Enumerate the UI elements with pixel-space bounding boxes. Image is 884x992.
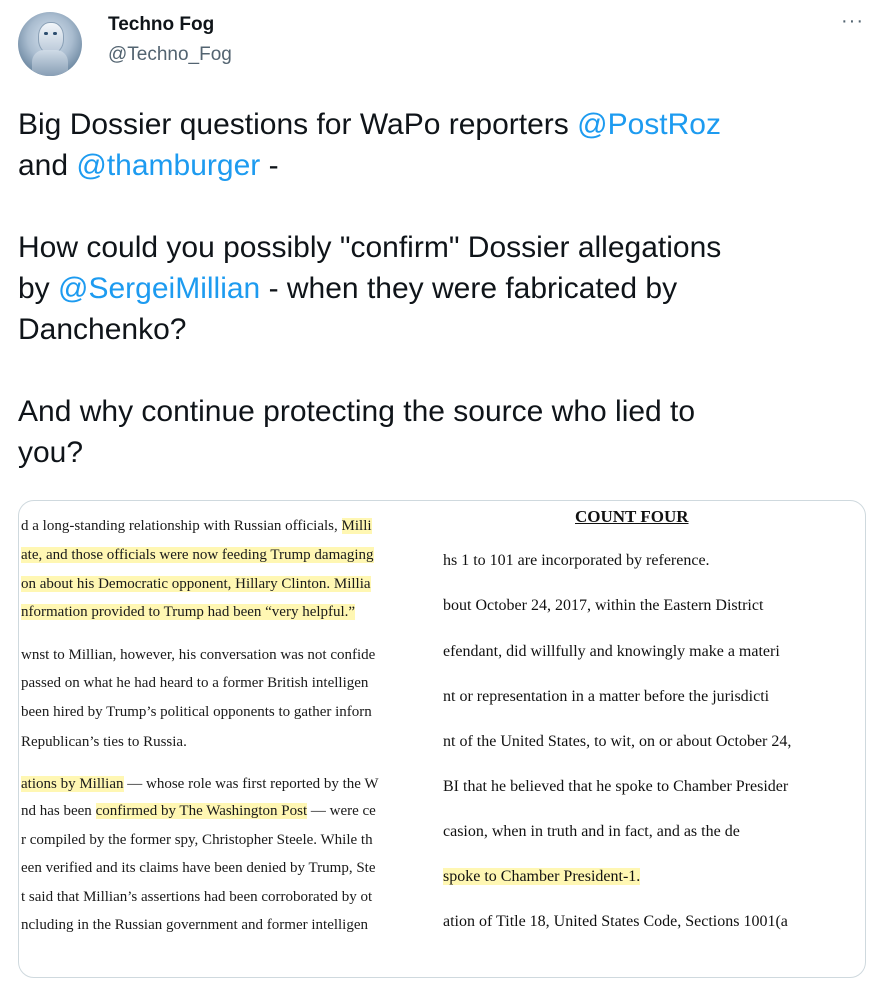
article-line: d a long-standing relationship with Russ… — [21, 518, 372, 534]
tweet-paragraph-2-end: Danchenko? — [18, 309, 868, 350]
avatar-body-shape — [32, 50, 68, 76]
more-options-icon[interactable]: ··· — [841, 10, 864, 33]
article-line: nformation provided to Trump had been “v… — [21, 604, 356, 620]
avatar[interactable] — [18, 12, 82, 76]
author-name[interactable]: Techno Fog — [108, 14, 214, 36]
tweet-media-image[interactable]: d a long-standing relationship with Russ… — [18, 500, 866, 978]
tweet-text-span: Big Dossier questions for WaPo reporters — [18, 108, 578, 141]
tweet-text-span: you? — [18, 436, 84, 469]
tweet-text-span: - when they were fabricated by — [260, 272, 678, 305]
tweet-paragraph-2-cont: by @SergeiMillian - when they were fabri… — [18, 268, 868, 309]
indictment-line: spoke to Chamber President-1. — [443, 868, 641, 885]
tweet-text-span: How could you possibly "confirm" Dossier… — [18, 231, 722, 264]
tweet-text: Big Dossier questions for WaPo reporters… — [18, 104, 868, 473]
tweet-text-span: - — [260, 149, 279, 182]
mention-sergeimillian-link[interactable]: @SergeiMillian — [58, 272, 260, 305]
article-line: wnst to Millian, however, his conversati… — [21, 647, 376, 663]
tweet-paragraph-2: How could you possibly "confirm" Dossier… — [18, 227, 868, 268]
article-line: ate, and those officials were now feedin… — [21, 547, 374, 563]
article-line: t said that Millian’s assertions had bee… — [21, 889, 373, 905]
indictment-excerpt: COUNT FOUR hs 1 to 101 are incorporated … — [441, 501, 865, 977]
article-line: on about his Democratic opponent, Hillar… — [21, 576, 371, 592]
article-line: passed on what he had heard to a former … — [21, 675, 369, 691]
mention-postroz-link[interactable]: @PostRoz — [577, 108, 721, 141]
article-line: been hired by Trump’s political opponent… — [21, 704, 372, 720]
indictment-line: BI that he believed that he spoke to Cha… — [443, 778, 789, 795]
author-handle[interactable]: @Techno_Fog — [108, 44, 232, 66]
article-line: ncluding in the Russian government and f… — [21, 917, 369, 933]
count-four-heading: COUNT FOUR — [575, 507, 689, 526]
article-line: een verified and its claims have been de… — [21, 860, 376, 876]
indictment-line: bout October 24, 2017, within the Easter… — [443, 597, 764, 614]
avatar-eye-left — [44, 32, 48, 35]
indictment-line: hs 1 to 101 are incorporated by referenc… — [443, 552, 710, 569]
mention-thamburger-link[interactable]: @thamburger — [76, 149, 260, 182]
tweet-text-span: by — [18, 272, 59, 305]
indictment-line: nt or representation in a matter before … — [443, 688, 770, 705]
tweet-text-span: And why continue protecting the source w… — [18, 395, 696, 428]
article-line: nd has been confirmed by The Washington … — [21, 803, 376, 819]
indictment-line: ation of Title 18, United States Code, S… — [443, 913, 788, 930]
tweet-paragraph-3-cont: you? — [18, 432, 868, 473]
tweet-text-span: Danchenko? — [18, 313, 187, 346]
article-line: r compiled by the former spy, Christophe… — [21, 832, 373, 848]
indictment-line: casion, when in truth and in fact, and a… — [443, 823, 740, 840]
tweet-paragraph-1: Big Dossier questions for WaPo reporters… — [18, 104, 868, 145]
indictment-line: efendant, did willfully and knowingly ma… — [443, 643, 780, 660]
tweet-text-span: and — [18, 149, 77, 182]
tweet-paragraph-1-cont: and @thamburger - — [18, 145, 868, 186]
article-line: Republican’s ties to Russia. — [21, 734, 187, 750]
article-clipping: d a long-standing relationship with Russ… — [19, 501, 441, 977]
avatar-eye-right — [53, 32, 57, 35]
indictment-line: nt of the United States, to wit, on or a… — [443, 733, 792, 750]
article-line: ations by Millian — whose role was first… — [21, 776, 379, 792]
tweet-paragraph-3: And why continue protecting the source w… — [18, 391, 868, 432]
